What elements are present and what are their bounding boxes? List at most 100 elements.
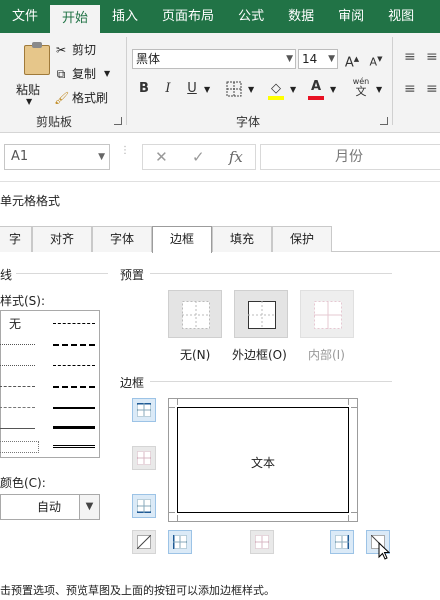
border-inside-horizontal-button[interactable] (132, 446, 156, 470)
tab-page-layout[interactable]: 页面布局 (150, 0, 226, 33)
line-style-none[interactable]: 无 (9, 315, 21, 332)
divider (392, 37, 393, 125)
borders-button[interactable] (224, 79, 244, 99)
tab-home[interactable]: 开始 (50, 5, 101, 33)
borders-icon (226, 81, 242, 97)
ribbon-tab-bar: 文件 开始 插入 页面布局 公式 数据 审阅 视图 (0, 0, 440, 33)
clipboard-launcher-icon[interactable] (114, 117, 122, 125)
shrink-font-icon: A (369, 55, 378, 69)
bold-button[interactable]: B (134, 79, 154, 99)
line-style-option[interactable] (0, 428, 35, 429)
line-color-select[interactable]: 自动 ▼ (0, 494, 100, 520)
enter-icon[interactable]: ✓ (192, 148, 205, 166)
chevron-down-icon: ▼ (79, 495, 99, 519)
color-label: 颜色(C): (0, 476, 46, 490)
tab-fill[interactable]: 填充 (212, 226, 272, 252)
tab-insert[interactable]: 插入 (100, 0, 150, 33)
cut-button[interactable]: ✂ 剪切 (54, 41, 96, 58)
border-inside-horizontal-icon (137, 451, 151, 465)
phonetic-guide-button[interactable]: wén 文 (350, 77, 372, 97)
line-style-option[interactable] (53, 323, 95, 324)
font-color-button[interactable]: A (306, 77, 326, 100)
border-diagonal-up-button[interactable] (132, 530, 156, 554)
format-painter-label: 格式刷 (72, 91, 109, 105)
line-style-option[interactable] (53, 407, 95, 409)
font-launcher-icon[interactable] (380, 117, 388, 125)
formula-input[interactable]: 月份 (260, 144, 440, 170)
chevron-down-icon: ▼ (104, 69, 111, 78)
tab-file[interactable]: 文件 (0, 0, 50, 33)
preset-none-button[interactable] (168, 290, 222, 338)
underline-button[interactable]: U (182, 79, 202, 99)
chevron-down-icon: ▼ (98, 152, 105, 162)
chevron-down-icon[interactable]: ▼ (376, 85, 382, 94)
preset-outline-button[interactable] (234, 290, 288, 338)
border-top-button[interactable] (132, 398, 156, 422)
align-center-icon[interactable]: ≡ (426, 81, 438, 97)
border-right-button[interactable] (330, 530, 354, 554)
line-style-option[interactable] (0, 344, 35, 345)
border-preview[interactable]: 文本 (168, 398, 358, 522)
name-box[interactable]: A1 ▼ (4, 144, 110, 170)
align-middle-icon[interactable]: ≡ (426, 49, 438, 65)
clipboard-group-label: 剪贴板 (36, 115, 73, 129)
line-style-option[interactable] (0, 407, 35, 408)
preset-none-label: 无(N) (180, 348, 211, 362)
fill-color-button[interactable]: ◇ (266, 79, 286, 100)
font-color-letter: A (310, 79, 322, 94)
tab-number[interactable]: 字 (0, 226, 32, 252)
paste-button[interactable]: 粘贴 ▼ (8, 37, 50, 109)
line-style-option[interactable] (53, 445, 95, 448)
font-name-select[interactable]: 黑体 ▼ (132, 49, 296, 69)
preview-cell-frame: 文本 (177, 407, 349, 513)
chevron-down-icon[interactable]: ▼ (248, 85, 254, 94)
line-style-option[interactable] (53, 426, 95, 429)
tab-data[interactable]: 数据 (276, 0, 326, 33)
grow-font-icon: A (344, 55, 354, 71)
line-style-list[interactable]: 无 (0, 310, 100, 458)
font-size-value: 14 (302, 52, 318, 66)
chevron-down-icon: ▼ (26, 97, 33, 106)
italic-button[interactable]: I (158, 79, 178, 99)
tab-border[interactable]: 边框 (152, 226, 212, 253)
line-style-option[interactable] (53, 344, 95, 346)
chevron-down-icon: ▼ (286, 54, 293, 64)
preview-text: 文本 (250, 456, 275, 470)
border-inside-vertical-button[interactable] (250, 530, 274, 554)
fill-color-swatch (268, 96, 284, 100)
line-style-option[interactable] (0, 365, 35, 366)
format-painter-button[interactable]: 🖌 格式刷 (54, 89, 108, 106)
border-top-icon (137, 403, 151, 417)
tab-alignment[interactable]: 对齐 (32, 226, 92, 252)
chevron-down-icon: ▼ (328, 54, 335, 64)
preset-inside-button[interactable] (300, 290, 354, 338)
tab-view[interactable]: 视图 (376, 0, 426, 33)
chevron-down-icon[interactable]: ▼ (290, 85, 296, 94)
align-top-icon[interactable]: ≡ (404, 49, 416, 65)
line-color-value: 自动 (37, 500, 62, 514)
border-bottom-button[interactable] (132, 494, 156, 518)
align-left-icon[interactable]: ≡ (404, 81, 416, 97)
tab-font[interactable]: 字体 (92, 226, 152, 252)
tab-review[interactable]: 审阅 (326, 0, 376, 33)
style-label: 样式(S): (0, 294, 46, 308)
border-left-button[interactable] (168, 530, 192, 554)
line-style-option[interactable] (53, 386, 95, 388)
font-name-value: 黑体 (136, 52, 161, 66)
insert-function-button[interactable]: fx (229, 148, 243, 166)
line-style-option[interactable] (0, 386, 35, 387)
copy-button[interactable]: ⧉ 复制 ▼ (54, 65, 110, 82)
line-style-option[interactable] (53, 365, 95, 366)
tab-formulas[interactable]: 公式 (226, 0, 276, 33)
border-inside-vertical-icon (255, 535, 269, 549)
shrink-font-button[interactable]: A▼ (366, 49, 386, 69)
paste-icon (24, 42, 50, 75)
font-size-select[interactable]: 14 ▼ (298, 49, 338, 69)
chevron-down-icon[interactable]: ▼ (204, 85, 210, 94)
cancel-icon[interactable]: ✕ (155, 148, 168, 166)
tab-protection[interactable]: 保护 (272, 226, 332, 252)
line-style-selected[interactable] (0, 441, 39, 453)
chevron-down-icon[interactable]: ▼ (330, 85, 336, 94)
dialog-title: 单元格格式 (0, 194, 61, 208)
grow-font-button[interactable]: A▲ (342, 49, 362, 71)
